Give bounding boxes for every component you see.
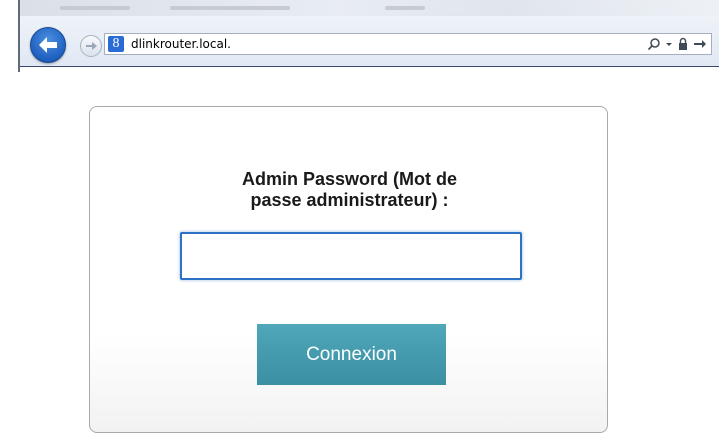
forward-button[interactable]	[80, 35, 102, 57]
tab-shadow	[170, 6, 290, 10]
go-arrow-icon[interactable]	[693, 37, 707, 51]
password-label: Admin Password (Mot de passe administrat…	[90, 169, 609, 211]
tab-shadow	[385, 6, 425, 10]
dropdown-arrow-icon[interactable]	[665, 37, 673, 51]
address-bar[interactable]: 8 dlinkrouter.local.	[104, 33, 712, 55]
password-label-line1: Admin Password (Mot de	[241, 169, 457, 189]
lock-icon[interactable]	[677, 37, 689, 51]
address-bar-icons	[647, 35, 707, 53]
back-arrow-icon	[39, 37, 57, 53]
search-icon[interactable]	[647, 37, 661, 51]
chrome-divider	[20, 66, 719, 73]
forward-arrow-icon	[86, 42, 97, 50]
password-label-line2: passe administrateur) :	[250, 190, 449, 210]
login-button[interactable]: Connexion	[257, 324, 446, 385]
back-button[interactable]	[30, 27, 66, 63]
site-favicon-icon: 8	[108, 36, 124, 52]
browser-chrome: 8 dlinkrouter.local.	[18, 0, 719, 73]
login-card: Admin Password (Mot de passe administrat…	[89, 106, 608, 433]
page: 8 dlinkrouter.local. Admin Password (Mot…	[0, 0, 719, 438]
password-input[interactable]	[180, 232, 522, 280]
address-url[interactable]: dlinkrouter.local.	[131, 37, 231, 51]
tab-strip	[20, 0, 719, 16]
tab-shadow	[60, 6, 130, 10]
